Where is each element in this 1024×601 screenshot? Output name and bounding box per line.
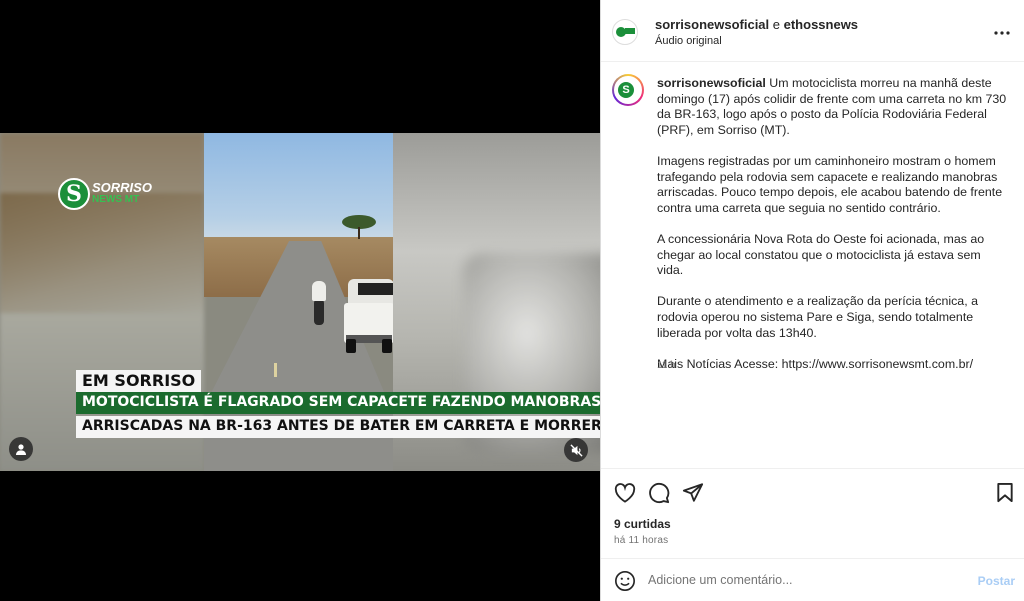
sky [204, 133, 393, 253]
caption-paragraph-5: Mais Notícias Acesse: https://www.sorris… [657, 356, 974, 371]
media-pane: S SORRISO NEWS MT EM SORRISO MOTOCICLIST… [0, 0, 600, 601]
emoji-button[interactable] [614, 570, 636, 597]
caption-username[interactable]: sorrisonewsoficial [657, 76, 766, 90]
comment-input[interactable] [648, 573, 948, 587]
logo-line1: SORRISO [92, 180, 152, 195]
audio-link[interactable]: Áudio original [655, 35, 722, 47]
logo-s-icon: S [618, 82, 634, 98]
mute-icon [569, 443, 583, 457]
comment-icon [649, 482, 670, 504]
user-icon [16, 444, 26, 455]
pickup-truck [344, 279, 393, 353]
post-timestamp[interactable]: há 11 horas [614, 535, 668, 546]
author-names: sorrisonewsoficial e ethossnews [655, 17, 858, 32]
caption-headline-1: MOTOCICLISTA É FLAGRADO SEM CAPACETE FAZ… [76, 392, 600, 414]
caption-headline-2: ARRISCADAS NA BR-163 ANTES DE BATER EM C… [76, 416, 600, 438]
author-avatar[interactable] [612, 19, 638, 45]
author-conjunction: e [769, 17, 784, 32]
share-icon [682, 483, 704, 502]
video-player[interactable]: S SORRISO NEWS MT EM SORRISO MOTOCICLIST… [0, 133, 600, 471]
caption-paragraph-4: Durante o atendimento e a realização da … [657, 294, 978, 340]
like-button[interactable] [614, 483, 636, 508]
caption-paragraph-2: Imagens registradas por um caminhoneiro … [657, 153, 1003, 215]
author-link[interactable]: sorrisonewsoficial [655, 17, 769, 32]
emoji-icon [615, 571, 635, 591]
channel-logo: S SORRISO NEWS MT [58, 178, 152, 210]
mute-toggle-button[interactable] [564, 438, 588, 462]
share-button[interactable] [682, 482, 704, 508]
road-marking [274, 363, 277, 377]
likes-count[interactable]: 9 curtidas [614, 517, 671, 531]
more-options-button[interactable] [994, 22, 1010, 40]
bookmark-icon [997, 482, 1013, 503]
comment-box: Postar [601, 558, 1024, 601]
caption-time: 11 h [657, 360, 676, 371]
tree [342, 215, 376, 239]
motorcyclist [308, 281, 328, 325]
caption-avatar[interactable]: S [612, 74, 644, 106]
more-icon [994, 31, 1010, 35]
caption-text: sorrisonewsoficial Um motociclista morre… [657, 76, 1007, 388]
post-header: sorrisonewsoficial e ethossnews Áudio or… [601, 0, 1024, 62]
comment-button[interactable] [648, 482, 670, 509]
logo-line2: NEWS MT [92, 194, 140, 205]
post-caption: S sorrisonewsoficial Um motociclista mor… [601, 62, 1024, 468]
collaborator-link[interactable]: ethossnews [784, 17, 858, 32]
logo-s-icon: S [58, 178, 90, 210]
post-comment-button[interactable]: Postar [978, 574, 1015, 588]
caption-location: EM SORRISO [76, 370, 202, 392]
tagged-users-button[interactable] [9, 437, 33, 461]
caption-paragraph-3: A concessionária Nova Rota do Oeste foi … [657, 231, 985, 278]
heart-icon [614, 483, 636, 503]
action-bar: 9 curtidas há 11 horas [601, 468, 1024, 558]
save-button[interactable] [996, 482, 1014, 508]
post-side-panel: sorrisonewsoficial e ethossnews Áudio or… [600, 0, 1024, 601]
